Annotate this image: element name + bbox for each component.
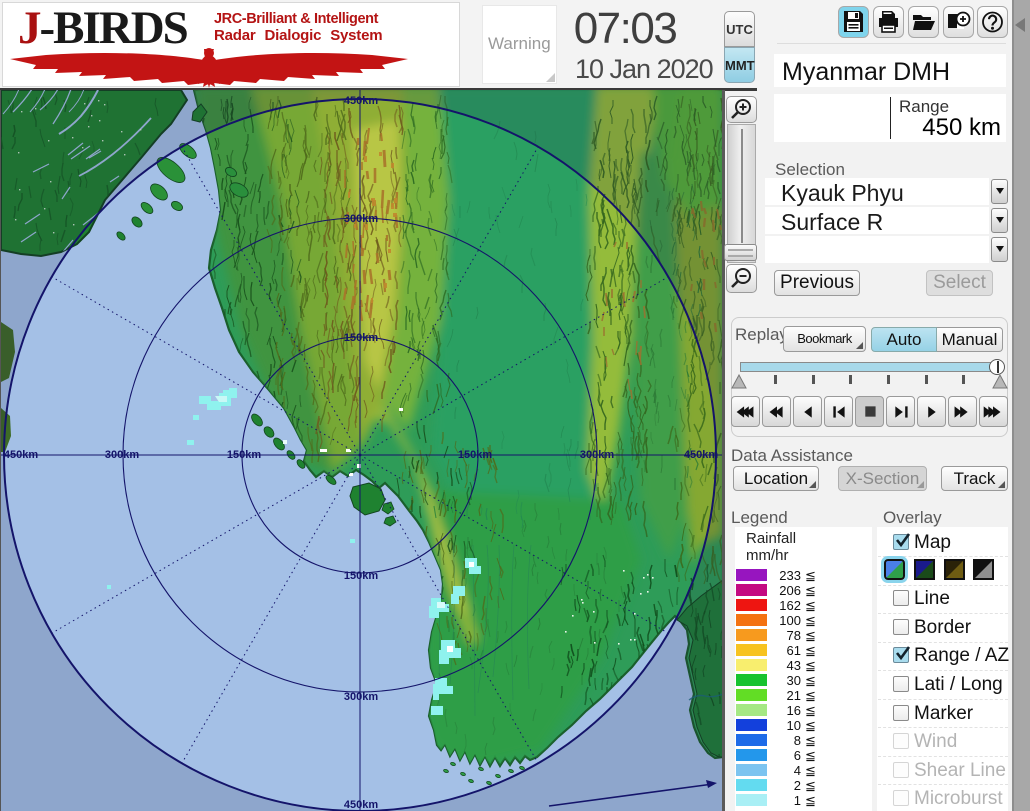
svg-text:450km: 450km — [344, 799, 378, 811]
svg-text:450km: 450km — [344, 95, 378, 107]
svg-text:300km: 300km — [344, 213, 378, 225]
svg-text:450km: 450km — [684, 449, 718, 461]
svg-text:300km: 300km — [105, 449, 139, 461]
svg-text:300km: 300km — [344, 691, 378, 703]
svg-text:150km: 150km — [344, 570, 378, 582]
svg-text:150km: 150km — [458, 449, 492, 461]
svg-text:450km: 450km — [4, 449, 38, 461]
svg-text:300km: 300km — [580, 449, 614, 461]
svg-text:150km: 150km — [344, 332, 378, 344]
svg-text:150km: 150km — [227, 449, 261, 461]
